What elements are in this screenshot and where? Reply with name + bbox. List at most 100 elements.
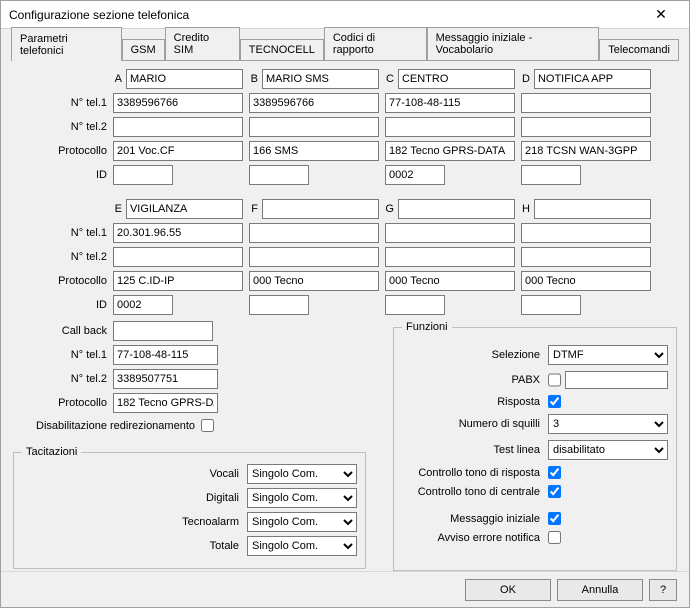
protocol-field-h[interactable] <box>521 271 651 291</box>
name-field-b[interactable] <box>262 69 379 89</box>
tel2-field-c[interactable] <box>385 117 515 137</box>
col-letter-d: D <box>521 73 534 85</box>
label-callback: Call back <box>13 325 113 337</box>
label-test-linea: Test linea <box>402 444 548 456</box>
name-field-h[interactable] <box>534 199 651 219</box>
help-button[interactable]: ? <box>649 579 677 601</box>
col-letter-c: C <box>385 73 398 85</box>
tel2-field-a[interactable] <box>113 117 243 137</box>
name-field-g[interactable] <box>398 199 515 219</box>
pabx-checkbox[interactable] <box>548 371 561 389</box>
tecnoalarm-select[interactable]: Singolo Com. <box>247 512 357 532</box>
risposta-checkbox[interactable] <box>548 395 561 408</box>
ctrl-tono-risposta-checkbox[interactable] <box>548 466 561 479</box>
tab-content: A B C D N° tel.1 N° tel.2 Protocollo <box>1 61 689 571</box>
tel1-field-a[interactable] <box>113 93 243 113</box>
label-msg-iniziale: Messaggio iniziale <box>402 513 548 525</box>
ok-button[interactable]: OK <box>465 579 551 601</box>
label-ntel2: N° tel.2 <box>13 121 113 133</box>
funzioni-legend: Funzioni <box>402 321 452 333</box>
name-field-a[interactable] <box>126 69 243 89</box>
digitali-select[interactable]: Singolo Com. <box>247 488 357 508</box>
callback-head-field[interactable] <box>113 321 213 341</box>
tab-gsm[interactable]: GSM <box>122 39 165 60</box>
avviso-errore-checkbox[interactable] <box>548 531 561 544</box>
callback-tel2-field[interactable] <box>113 369 218 389</box>
id-field-a[interactable] <box>113 165 173 185</box>
ctrl-tono-centrale-checkbox[interactable] <box>548 485 561 498</box>
label-protocollo: Protocollo <box>13 145 113 157</box>
window-title: Configurazione sezione telefonica <box>9 8 641 22</box>
tel1-field-d[interactable] <box>521 93 651 113</box>
tab-credito-sim[interactable]: Credito SIM <box>165 27 240 60</box>
dialog-window: Configurazione sezione telefonica ✕ Para… <box>0 0 690 608</box>
id-field-g[interactable] <box>385 295 445 315</box>
tel2-field-d[interactable] <box>521 117 651 137</box>
label-risposta: Risposta <box>402 396 548 408</box>
name-field-d[interactable] <box>534 69 651 89</box>
label-num-squilli: Numero di squilli <box>402 418 548 430</box>
tab-codici-rapporto[interactable]: Codici di rapporto <box>324 27 427 60</box>
protocol-field-g[interactable] <box>385 271 515 291</box>
titlebar: Configurazione sezione telefonica ✕ <box>1 1 689 29</box>
label-ctrl-tono-risposta: Controllo tono di risposta <box>402 467 548 479</box>
id-field-d[interactable] <box>521 165 581 185</box>
col-letter-e: E <box>113 203 126 215</box>
protocol-field-b[interactable] <box>249 141 379 161</box>
id-field-e[interactable] <box>113 295 173 315</box>
tel2-field-g[interactable] <box>385 247 515 267</box>
id-field-b[interactable] <box>249 165 309 185</box>
test-linea-select[interactable]: disabilitato <box>548 440 668 460</box>
tel1-field-f[interactable] <box>249 223 379 243</box>
msg-iniziale-checkbox[interactable] <box>548 512 561 525</box>
protocol-field-a[interactable] <box>113 141 243 161</box>
label-ctrl-tono-centrale: Controllo tono di centrale <box>402 486 548 498</box>
tel2-field-f[interactable] <box>249 247 379 267</box>
col-letter-b: B <box>249 73 262 85</box>
tel1-field-e[interactable] <box>113 223 243 243</box>
tab-telecomandi[interactable]: Telecomandi <box>599 39 679 60</box>
tacitazioni-group: Tacitazioni Vocali Singolo Com. Digitali… <box>13 446 366 569</box>
callback-protocol-field[interactable] <box>113 393 218 413</box>
tel2-field-b[interactable] <box>249 117 379 137</box>
col-letter-g: G <box>385 203 398 215</box>
totale-select[interactable]: Singolo Com. <box>247 536 357 556</box>
dialog-button-bar: OK Annulla ? <box>1 571 689 607</box>
name-field-f[interactable] <box>262 199 379 219</box>
tel1-field-g[interactable] <box>385 223 515 243</box>
callback-tel1-field[interactable] <box>113 345 218 365</box>
tab-tecnocell[interactable]: TECNOCELL <box>240 39 324 60</box>
id-field-c[interactable] <box>385 165 445 185</box>
num-squilli-select[interactable]: 3 <box>548 414 668 434</box>
name-field-c[interactable] <box>398 69 515 89</box>
label-pabx: PABX <box>402 374 548 386</box>
id-field-h[interactable] <box>521 295 581 315</box>
funzioni-group: Funzioni Selezione DTMF PABX Risposta <box>393 321 677 571</box>
cancel-button[interactable]: Annulla <box>557 579 643 601</box>
pabx-field[interactable] <box>565 371 668 389</box>
tab-parametri-telefonici[interactable]: Parametri telefonici <box>11 27 122 61</box>
tel1-field-b[interactable] <box>249 93 379 113</box>
label-disab-redirect: Disabilitazione redirezionamento <box>13 420 201 432</box>
label-digitali: Digitali <box>22 492 247 504</box>
selezione-select[interactable]: DTMF <box>548 345 668 365</box>
label-avviso-errore: Avviso errore notifica <box>402 532 548 544</box>
tab-strip: Parametri telefonici GSM Credito SIM TEC… <box>11 37 679 61</box>
protocol-field-d[interactable] <box>521 141 651 161</box>
tel1-field-h[interactable] <box>521 223 651 243</box>
name-field-e[interactable] <box>126 199 243 219</box>
tab-messaggio-iniziale[interactable]: Messaggio iniziale - Vocabolario <box>427 27 600 60</box>
protocol-field-e[interactable] <box>113 271 243 291</box>
disab-redirect-checkbox[interactable] <box>201 419 214 432</box>
tel1-field-c[interactable] <box>385 93 515 113</box>
vocali-select[interactable]: Singolo Com. <box>247 464 357 484</box>
id-field-f[interactable] <box>249 295 309 315</box>
close-icon[interactable]: ✕ <box>641 1 681 28</box>
protocol-field-f[interactable] <box>249 271 379 291</box>
label-vocali: Vocali <box>22 468 247 480</box>
col-letter-f: F <box>249 203 262 215</box>
protocol-field-c[interactable] <box>385 141 515 161</box>
tel2-field-h[interactable] <box>521 247 651 267</box>
label-selezione: Selezione <box>402 349 548 361</box>
tel2-field-e[interactable] <box>113 247 243 267</box>
